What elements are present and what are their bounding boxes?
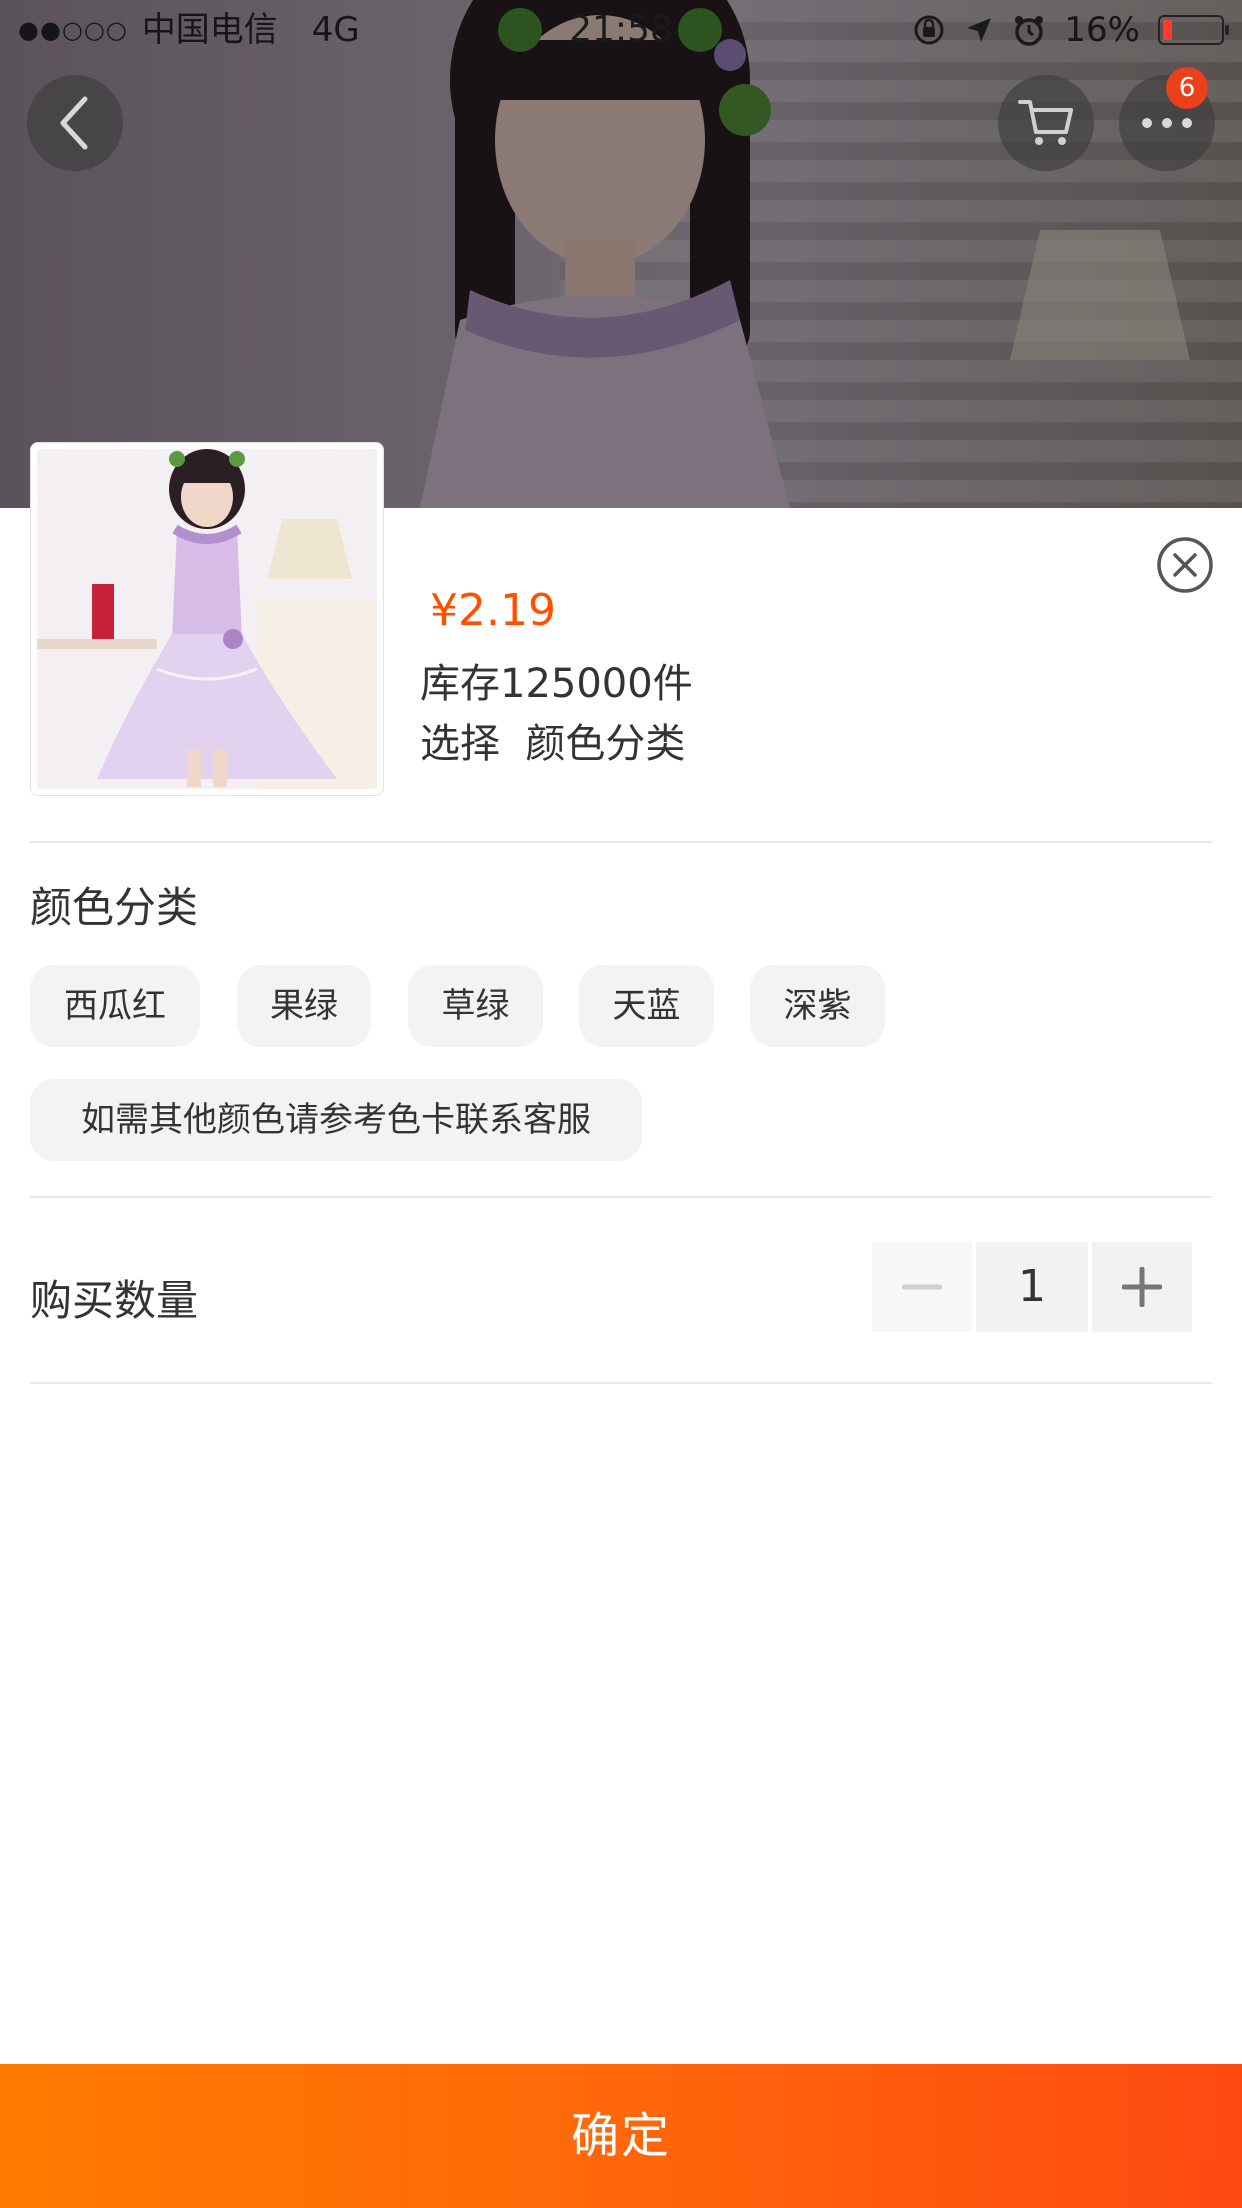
- close-icon[interactable]: [1155, 535, 1215, 595]
- divider: [30, 1196, 1212, 1198]
- cart-button[interactable]: [998, 75, 1094, 171]
- stock-count: 库存125000件: [420, 661, 693, 707]
- product-price: ¥2.19: [430, 585, 556, 636]
- location-arrow-icon: [967, 18, 992, 42]
- chevron-left-icon: [60, 96, 88, 150]
- divider: [30, 1382, 1212, 1384]
- shopping-cart-icon: [1018, 100, 1073, 145]
- divider: [30, 841, 1212, 843]
- confirm-button[interactable]: 确定: [0, 2064, 1242, 2208]
- color-option-fruit-green[interactable]: 果绿: [237, 965, 371, 1047]
- status-bar: ●●○○○ 中国电信 4G 21:58 16%: [0, 0, 1242, 60]
- color-option-contact-service[interactable]: 如需其他颜色请参考色卡联系客服: [30, 1079, 642, 1161]
- back-button[interactable]: [27, 75, 123, 171]
- battery-percent: 16%: [1064, 10, 1140, 50]
- quantity-decrease-button[interactable]: [872, 1242, 972, 1332]
- color-section-title: 颜色分类: [30, 883, 199, 932]
- battery-icon: [1158, 15, 1229, 45]
- product-thumbnail: [30, 442, 384, 796]
- alarm-clock-icon: [1015, 16, 1044, 46]
- color-option-sky-blue[interactable]: 天蓝: [579, 965, 714, 1047]
- selection-hint: 选择 颜色分类: [420, 721, 686, 767]
- cart-count-badge: 6: [1166, 67, 1208, 109]
- quantity-increase-button[interactable]: [1092, 1242, 1192, 1332]
- quantity-label: 购买数量: [30, 1276, 199, 1325]
- plus-icon: [1122, 1267, 1162, 1307]
- color-option-deep-purple[interactable]: 深紫: [750, 965, 885, 1047]
- quantity-value[interactable]: 1: [976, 1242, 1088, 1332]
- rotation-lock-icon: [914, 15, 944, 45]
- color-option-watermelon-red[interactable]: 西瓜红: [30, 965, 200, 1047]
- color-option-grass-green[interactable]: 草绿: [408, 965, 543, 1047]
- more-dots-icon: [1142, 118, 1192, 128]
- minus-icon: [902, 1284, 942, 1290]
